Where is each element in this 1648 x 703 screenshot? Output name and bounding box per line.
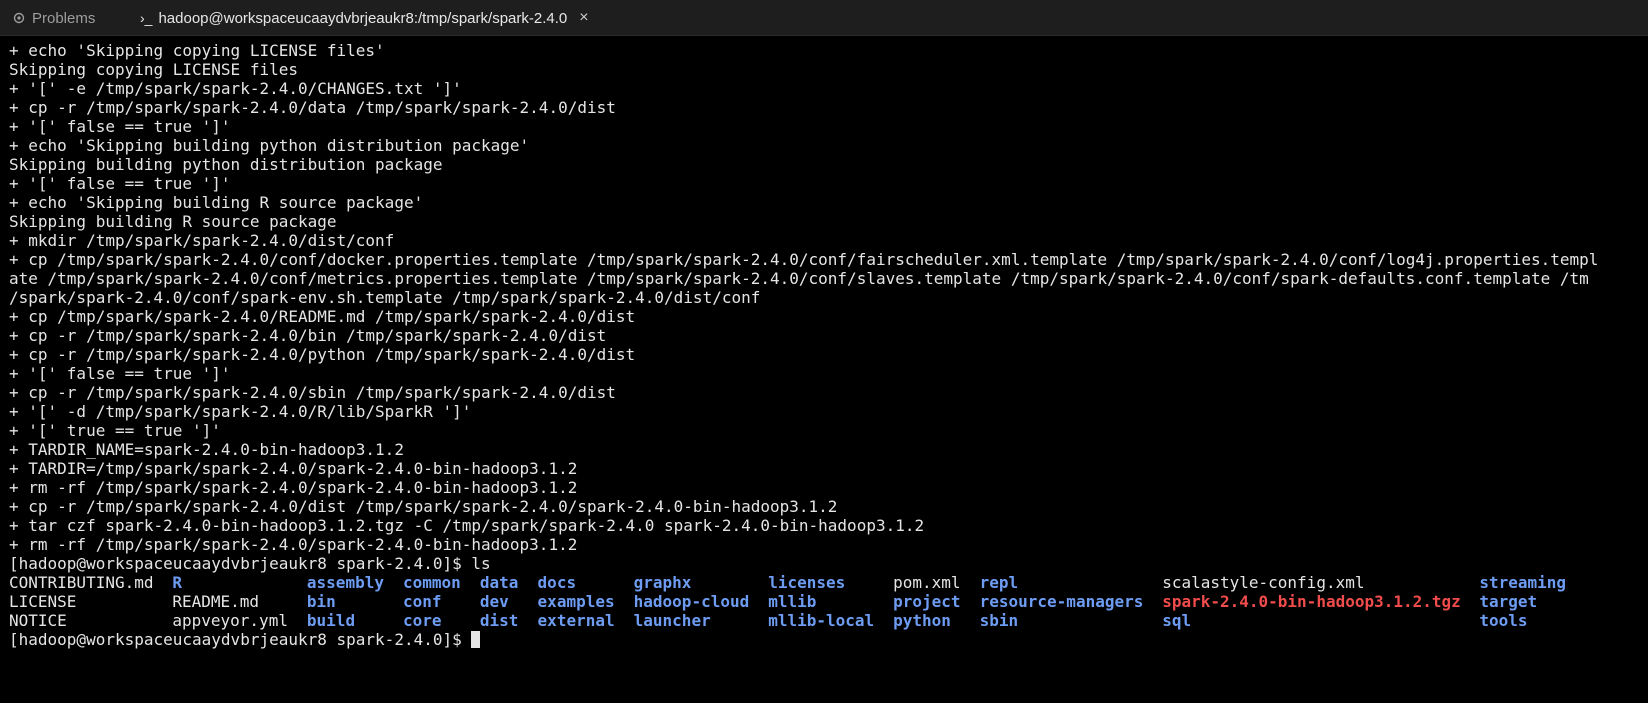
terminal-line: /spark/spark-2.4.0/conf/spark-env.sh.tem…: [9, 288, 761, 307]
ls-entry-directory: sbin: [979, 611, 1019, 630]
ls-entry-directory: resource-managers: [979, 592, 1144, 611]
ls-entry-directory: licenses: [768, 573, 846, 592]
ls-entry-directory: build: [306, 611, 356, 630]
terminal-line: + cp /tmp/spark/spark-2.4.0/conf/docker.…: [9, 250, 1599, 269]
ls-entry-file: LICENSE: [9, 592, 77, 611]
ls-entry-directory: data: [479, 573, 519, 592]
terminal-prompt-line[interactable]: [hadoop@workspaceucaaydvbrjeaukr8 spark-…: [9, 630, 1648, 649]
ls-entry-directory: docs: [537, 573, 577, 592]
terminal-line: + echo 'Skipping building R source packa…: [9, 193, 424, 212]
ls-output: CONTRIBUTING.md Rassembly common data docs gr…: [9, 573, 1648, 630]
ls-entry-file: pom.xml: [893, 573, 961, 592]
ls-entry-directory: project: [893, 592, 961, 611]
terminal-line: Skipping copying LICENSE files: [9, 60, 298, 79]
ls-entry-directory: streaming: [1479, 573, 1567, 592]
terminal-cursor: [471, 631, 481, 648]
tab-problems[interactable]: Problems: [0, 0, 95, 36]
close-icon[interactable]: ×: [579, 9, 588, 27]
ls-entry-directory: R: [172, 573, 182, 592]
ls-entry-directory: common: [403, 573, 461, 592]
terminal-line: + echo 'Skipping copying LICENSE files': [9, 41, 385, 60]
terminal-icon: ›_: [140, 10, 153, 26]
terminal-line: + cp -r /tmp/spark/spark-2.4.0/bin /tmp/…: [9, 326, 607, 345]
panel-tab-bar: Problems ›_ hadoop@workspaceucaaydvbrjea…: [0, 0, 1648, 36]
tab-terminal[interactable]: ›_ hadoop@workspaceucaaydvbrjeaukr8:/tmp…: [140, 0, 589, 36]
ls-entry-directory: tools: [1479, 611, 1528, 630]
ls-row: LICENSE README.md bin conf dev examples hadoop…: [9, 592, 1648, 611]
ls-entry-archive: spark-2.4.0-bin-hadoop3.1.2.tgz: [1162, 592, 1461, 611]
ls-entry-file: NOTICE: [9, 611, 67, 630]
terminal-line: + cp /tmp/spark/spark-2.4.0/README.md /t…: [9, 307, 636, 326]
ls-entry-directory: hadoop-cloud: [633, 592, 750, 611]
terminal-line: + '[' true == true ']': [9, 421, 221, 440]
terminal-line: + cp -r /tmp/spark/spark-2.4.0/sbin /tmp…: [9, 383, 616, 402]
gear-icon: [13, 12, 25, 24]
terminal-line: [hadoop@workspaceucaaydvbrjeaukr8 spark-…: [9, 554, 491, 573]
ls-entry-file: README.md: [172, 592, 260, 611]
terminal-output[interactable]: + echo 'Skipping copying LICENSE files' S…: [9, 41, 1648, 703]
ls-entry-directory: bin: [306, 592, 336, 611]
ls-entry-directory: target: [1479, 592, 1538, 611]
ls-entry-directory: dist: [479, 611, 519, 630]
ls-entry-directory: dev: [479, 592, 509, 611]
terminal-line: ate /tmp/spark/spark-2.4.0/conf/metrics.…: [9, 269, 1589, 288]
terminal-line: + TARDIR=/tmp/spark/spark-2.4.0/spark-2.…: [9, 459, 578, 478]
terminal-line: Skipping building R source package: [9, 212, 337, 231]
ls-entry-directory: python: [893, 611, 951, 630]
ls-entry-directory: examples: [537, 592, 615, 611]
terminal-line: + echo 'Skipping building python distrib…: [9, 136, 530, 155]
terminal-line: + rm -rf /tmp/spark/spark-2.4.0/spark-2.…: [9, 478, 578, 497]
ls-entry-directory: repl: [979, 573, 1019, 592]
terminal-line: + cp -r /tmp/spark/spark-2.4.0/python /t…: [9, 345, 636, 364]
ls-entry-file: appveyor.yml: [172, 611, 288, 630]
terminal-prompt: [hadoop@workspaceucaaydvbrjeaukr8 spark-…: [9, 630, 472, 649]
tab-problems-label: Problems: [32, 9, 96, 27]
terminal-lines: + echo 'Skipping copying LICENSE files' S…: [9, 41, 1648, 573]
terminal-line: + rm -rf /tmp/spark/spark-2.4.0/spark-2.…: [9, 535, 578, 554]
ls-row: NOTICE appveyor.yml build core dist external l…: [9, 611, 1648, 630]
terminal-line: + '[' false == true ']': [9, 364, 231, 383]
ls-entry-directory: launcher: [633, 611, 711, 630]
terminal-line: + mkdir /tmp/spark/spark-2.4.0/dist/conf: [9, 231, 395, 250]
ls-entry-directory: external: [537, 611, 615, 630]
ls-entry-file: CONTRIBUTING.md: [9, 573, 154, 592]
ls-entry-file: scalastyle-config.xml: [1162, 573, 1365, 592]
terminal-line: Skipping building python distribution pa…: [9, 155, 443, 174]
terminal-line: + TARDIR_NAME=spark-2.4.0-bin-hadoop3.1.…: [9, 440, 404, 459]
ls-entry-directory: conf: [403, 592, 442, 611]
ls-entry-directory: mllib-local: [768, 611, 875, 630]
terminal-line: + tar czf spark-2.4.0-bin-hadoop3.1.2.tg…: [9, 516, 925, 535]
terminal-line: + '[' false == true ']': [9, 117, 231, 136]
terminal-line: + '[' -e /tmp/spark/spark-2.4.0/CHANGES.…: [9, 79, 462, 98]
terminal-line: + cp -r /tmp/spark/spark-2.4.0/dist /tmp…: [9, 497, 838, 516]
ls-entry-directory: assembly: [306, 573, 384, 592]
ls-entry-directory: graphx: [633, 573, 692, 592]
ls-entry-directory: mllib: [768, 592, 817, 611]
ls-entry-directory: core: [403, 611, 442, 630]
ls-entry-directory: sql: [1162, 611, 1192, 630]
terminal-line: + '[' false == true ']': [9, 174, 231, 193]
terminal-line: + cp -r /tmp/spark/spark-2.4.0/data /tmp…: [9, 98, 616, 117]
terminal-line: + '[' -d /tmp/spark/spark-2.4.0/R/lib/Sp…: [9, 402, 472, 421]
tab-terminal-label: hadoop@workspaceucaaydvbrjeaukr8:/tmp/sp…: [158, 9, 568, 27]
ls-row: CONTRIBUTING.md Rassembly common data docs gr…: [9, 573, 1648, 592]
